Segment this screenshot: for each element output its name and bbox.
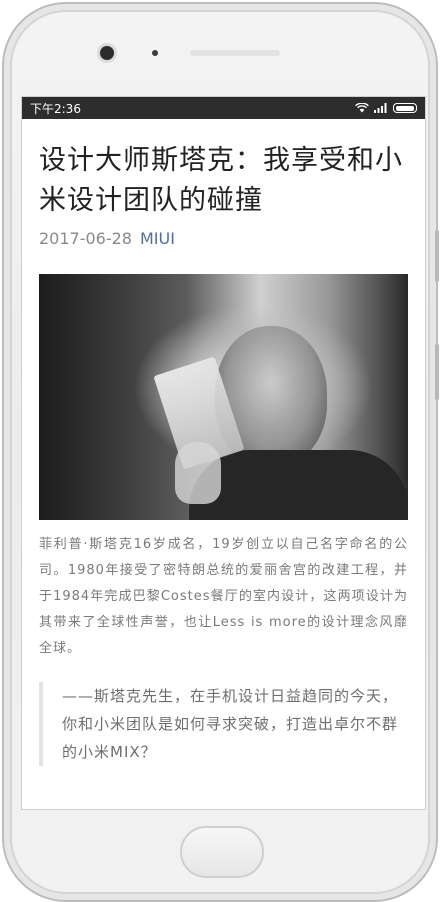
status-icons: [355, 103, 417, 113]
status-time: 下午2:36: [30, 101, 81, 116]
article-title: 设计大师斯塔克：我享受和小米设计团队的碰撞: [39, 145, 403, 216]
home-button[interactable]: [180, 826, 264, 878]
volume-button[interactable]: [435, 230, 439, 282]
article-hero-image[interactable]: [39, 274, 408, 520]
status-bar: 下午2:36: [22, 97, 425, 119]
power-button[interactable]: [435, 344, 439, 400]
screen: 下午2:36 设计大师斯塔克：我享受和小米设计团队的碰撞 2017-06-28 …: [21, 96, 426, 810]
phone-frame: 下午2:36 设计大师斯塔克：我享受和小米设计团队的碰撞 2017-06-28 …: [2, 2, 439, 902]
image-caption: 菲利普·斯塔克16岁成名，19岁创立以自己名字命名的公司。1980年接受了密特朗…: [39, 537, 408, 656]
proximity-sensor: [152, 50, 158, 56]
article-author-link[interactable]: MIUI: [140, 229, 175, 248]
battery-icon: [393, 103, 417, 113]
cellular-signal-icon: [374, 103, 388, 113]
article-blockquote: ——斯塔克先生，在手机设计日益趋同的今天，你和小米团队是如何寻求突破，打造出卓尔…: [39, 682, 408, 766]
earpiece-speaker: [190, 50, 280, 56]
hero-shoulder-shape: [189, 450, 408, 520]
article-content: 设计大师斯塔克：我享受和小米设计团队的碰撞 2017-06-28 MIUI 菲利…: [22, 141, 425, 766]
hero-hand-shape: [175, 442, 221, 504]
article-date: 2017-06-28: [39, 229, 132, 248]
wifi-icon: [355, 103, 369, 113]
front-camera: [100, 46, 114, 60]
article-meta: 2017-06-28 MIUI: [39, 229, 408, 248]
